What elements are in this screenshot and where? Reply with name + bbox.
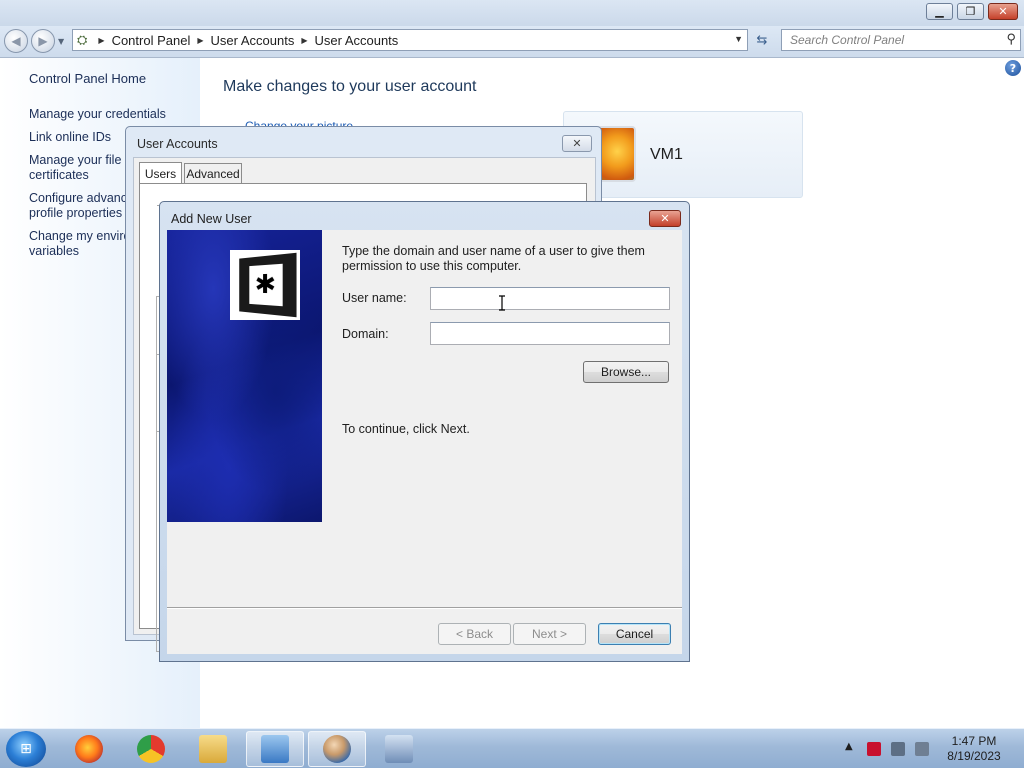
folder-icon xyxy=(199,735,227,763)
recent-pages-dropdown-icon[interactable]: ▼ xyxy=(58,37,64,46)
tab-users[interactable]: Users xyxy=(139,162,182,184)
domain-field[interactable] xyxy=(430,322,670,345)
chevron-right-icon[interactable]: ▶ xyxy=(301,36,307,45)
user-name-label: User name: xyxy=(342,291,407,305)
cancel-button[interactable]: Cancel xyxy=(598,623,671,645)
instructions-text: Type the domain and user name of a user … xyxy=(342,244,645,273)
dialog-close-button[interactable]: ✕ xyxy=(562,135,592,152)
action-center-icon[interactable] xyxy=(867,742,881,756)
domain-input[interactable] xyxy=(431,323,669,344)
control-panel-home-link[interactable]: Control Panel Home xyxy=(29,71,194,86)
back-button[interactable]: ◀ xyxy=(4,29,28,53)
window-title-bar: ▁ ❐ ✕ xyxy=(0,0,1024,26)
breadcrumb-control-panel[interactable]: Control Panel xyxy=(112,33,191,48)
link-text: Link online IDs xyxy=(29,130,111,144)
clock-date: 8/19/2023 xyxy=(947,749,1001,763)
page-title: Make changes to your user account xyxy=(223,78,477,95)
network-icon[interactable] xyxy=(891,742,905,756)
dialog-title: Add New User xyxy=(171,212,252,226)
taskbar-file-explorer[interactable] xyxy=(184,731,242,767)
start-button[interactable]: ⊞ xyxy=(6,731,46,767)
forward-arrow-icon: ▶ xyxy=(38,34,48,48)
taskbar-keyboard[interactable] xyxy=(370,731,428,767)
taskbar: ⊞ ▲ 1:47 PM 8/19/2023 xyxy=(0,728,1024,768)
taskbar-chrome[interactable] xyxy=(122,731,180,767)
browse-button[interactable]: Browse... xyxy=(583,361,669,383)
breadcrumb-user-accounts[interactable]: User Accounts xyxy=(211,33,295,48)
wizard-banner-image: ✱ xyxy=(167,230,322,522)
add-user-wizard-icon: ✱ xyxy=(230,250,300,320)
keyboard-icon xyxy=(385,735,413,763)
close-icon: ✕ xyxy=(998,5,1008,18)
button-separator xyxy=(167,607,682,609)
forward-button[interactable]: ▶ xyxy=(31,29,55,53)
search-placeholder: Search Control Panel xyxy=(790,33,905,47)
user-name-input[interactable] xyxy=(431,288,669,309)
link-text: profile properties xyxy=(29,206,123,220)
continue-instruction: To continue, click Next. xyxy=(342,422,470,436)
back-arrow-icon: ◀ xyxy=(11,34,21,48)
dialog-title: User Accounts xyxy=(137,137,218,151)
domain-label: Domain: xyxy=(342,327,389,341)
link-text: Configure advanc xyxy=(29,191,127,205)
taskbar-control-panel[interactable] xyxy=(246,731,304,767)
add-new-user-dialog: Add New User ✕ ✱ Type the domain and use… xyxy=(159,201,690,662)
user-name-field[interactable] xyxy=(430,287,670,310)
minimize-button[interactable]: ▁ xyxy=(926,3,953,20)
back-button[interactable]: < Back xyxy=(438,623,511,645)
refresh-icon: ⇆ xyxy=(756,32,768,48)
taskbar-firefox[interactable] xyxy=(60,731,118,767)
text-cursor-icon xyxy=(499,295,505,311)
close-button[interactable]: ✕ xyxy=(988,3,1018,20)
windows-logo-icon: ⊞ xyxy=(20,741,32,757)
navigation-bar: ◀ ▶ ▼ ⛭ ▶ Control Panel ▶ User Accounts … xyxy=(0,26,1024,58)
users-icon xyxy=(323,735,351,763)
tab-advanced[interactable]: Advanced xyxy=(184,163,242,183)
manage-credentials-link[interactable]: Manage your credentials xyxy=(29,107,194,122)
close-icon: ✕ xyxy=(572,137,582,150)
help-icon[interactable]: ? xyxy=(1005,60,1021,76)
breadcrumb-user-accounts-current[interactable]: User Accounts xyxy=(314,33,398,48)
link-text: variables xyxy=(29,244,80,258)
restore-button[interactable]: ❐ xyxy=(957,3,984,20)
dialog-close-button[interactable]: ✕ xyxy=(649,210,681,227)
system-clock[interactable]: 1:47 PM 8/19/2023 xyxy=(940,734,1008,764)
close-icon: ✕ xyxy=(660,212,670,225)
search-input[interactable]: Search Control Panel ⚲ xyxy=(781,29,1021,51)
chevron-right-icon[interactable]: ▶ xyxy=(197,36,203,45)
link-text: Manage your credentials xyxy=(29,107,166,121)
address-bar[interactable]: ⛭ ▶ Control Panel ▶ User Accounts ▶ User… xyxy=(72,29,748,51)
user-name: VM1 xyxy=(650,146,683,163)
restore-icon: ❐ xyxy=(965,5,976,18)
minimize-icon: ▁ xyxy=(935,5,944,18)
taskbar-user-accounts[interactable] xyxy=(308,731,366,767)
next-button[interactable]: Next > xyxy=(513,623,586,645)
search-icon[interactable]: ⚲ xyxy=(1006,31,1016,47)
refresh-button[interactable]: ⇆ xyxy=(751,29,773,51)
link-text: Manage your file e xyxy=(29,153,132,167)
control-panel-icon xyxy=(261,735,289,763)
show-hidden-icons-icon[interactable]: ▲ xyxy=(845,741,853,752)
chrome-icon xyxy=(137,735,165,763)
link-text: certificates xyxy=(29,168,89,182)
control-panel-icon: ⛭ xyxy=(77,32,88,47)
address-dropdown-icon[interactable]: ▼ xyxy=(734,34,743,44)
chevron-right-icon[interactable]: ▶ xyxy=(98,36,104,45)
clock-time: 1:47 PM xyxy=(951,734,997,748)
dialog-body: ✱ Type the domain and user name of a use… xyxy=(167,230,682,654)
link-text: Change my enviro xyxy=(29,229,131,243)
firefox-icon xyxy=(75,735,103,763)
volume-muted-icon[interactable] xyxy=(915,742,929,756)
